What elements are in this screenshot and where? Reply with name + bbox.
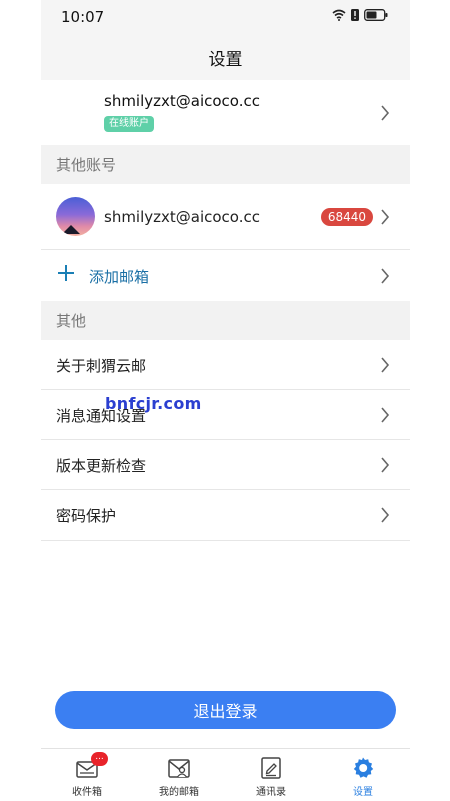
page-header: 设置 [41, 34, 410, 80]
menu-item-label: 关于刺猬云邮 [56, 357, 147, 375]
wifi-icon [332, 9, 346, 21]
chevron-right-icon [381, 507, 390, 523]
avatar [56, 197, 95, 236]
tab-label: 设置 [353, 787, 373, 798]
menu-item-notification-settings[interactable]: 消息通知设置 [41, 390, 410, 440]
menu-item-about[interactable]: 关于刺猬云邮 [41, 340, 410, 390]
tab-label: 我的邮箱 [159, 787, 199, 798]
alert-icon [351, 9, 359, 21]
plus-icon [58, 265, 74, 281]
chevron-right-icon [381, 209, 390, 225]
menu-item-password-protection[interactable]: 密码保护 [41, 490, 410, 541]
unread-count-badge: 68440 [320, 208, 373, 226]
chevron-right-icon [381, 357, 390, 373]
page-title: 设置 [208, 49, 243, 70]
status-icons [332, 9, 388, 21]
gear-icon [353, 757, 374, 778]
menu-item-label: 密码保护 [56, 507, 117, 525]
battery-icon [364, 9, 388, 21]
tab-label: 收件箱 [72, 787, 102, 798]
tab-settings[interactable]: 设置 [317, 749, 409, 801]
contacts-icon [261, 757, 281, 779]
status-time: 10:07 [61, 8, 105, 26]
add-mailbox-row[interactable]: 添加邮箱 [41, 250, 410, 301]
tab-inbox[interactable]: ... 收件箱 [41, 749, 133, 801]
current-account-row[interactable]: shmilyzxt@aicoco.cc 在线账户 [41, 80, 410, 145]
menu-item-version-check[interactable]: 版本更新检查 [41, 440, 410, 490]
tab-contacts[interactable]: 通讯录 [225, 749, 317, 801]
other-section-title: 其他 [56, 312, 87, 330]
chevron-right-icon [381, 268, 390, 284]
chevron-right-icon [381, 457, 390, 473]
logout-button[interactable]: 退出登录 [55, 691, 396, 729]
watermark: bnfcjr.com [105, 394, 202, 413]
add-mailbox-label: 添加邮箱 [89, 268, 150, 286]
tab-label: 通讯录 [256, 787, 286, 798]
other-section-header: 其他 [41, 301, 410, 340]
other-accounts-section-header: 其他账号 [41, 145, 410, 184]
inbox-badge: ... [91, 752, 108, 766]
chevron-right-icon [381, 407, 390, 423]
mailbox-icon [168, 759, 190, 778]
bottom-tab-bar: ... 收件箱 我的邮箱 通讯录 设置 [41, 748, 410, 801]
chevron-right-icon [381, 105, 390, 121]
current-account-email: shmilyzxt@aicoco.cc [104, 92, 260, 110]
online-account-badge: 在线账户 [104, 116, 154, 132]
status-bar: 10:07 [41, 0, 410, 34]
menu-item-label: 版本更新检查 [56, 457, 147, 475]
tab-my-mailbox[interactable]: 我的邮箱 [133, 749, 225, 801]
settings-screen: 10:07 设置 shmilyzxt@aicoco.cc 在线账户 其他账号 s… [41, 0, 410, 801]
other-accounts-title: 其他账号 [56, 156, 117, 174]
other-account-row[interactable]: shmilyzxt@aicoco.cc 68440 [41, 184, 410, 250]
other-account-email: shmilyzxt@aicoco.cc [104, 208, 260, 226]
